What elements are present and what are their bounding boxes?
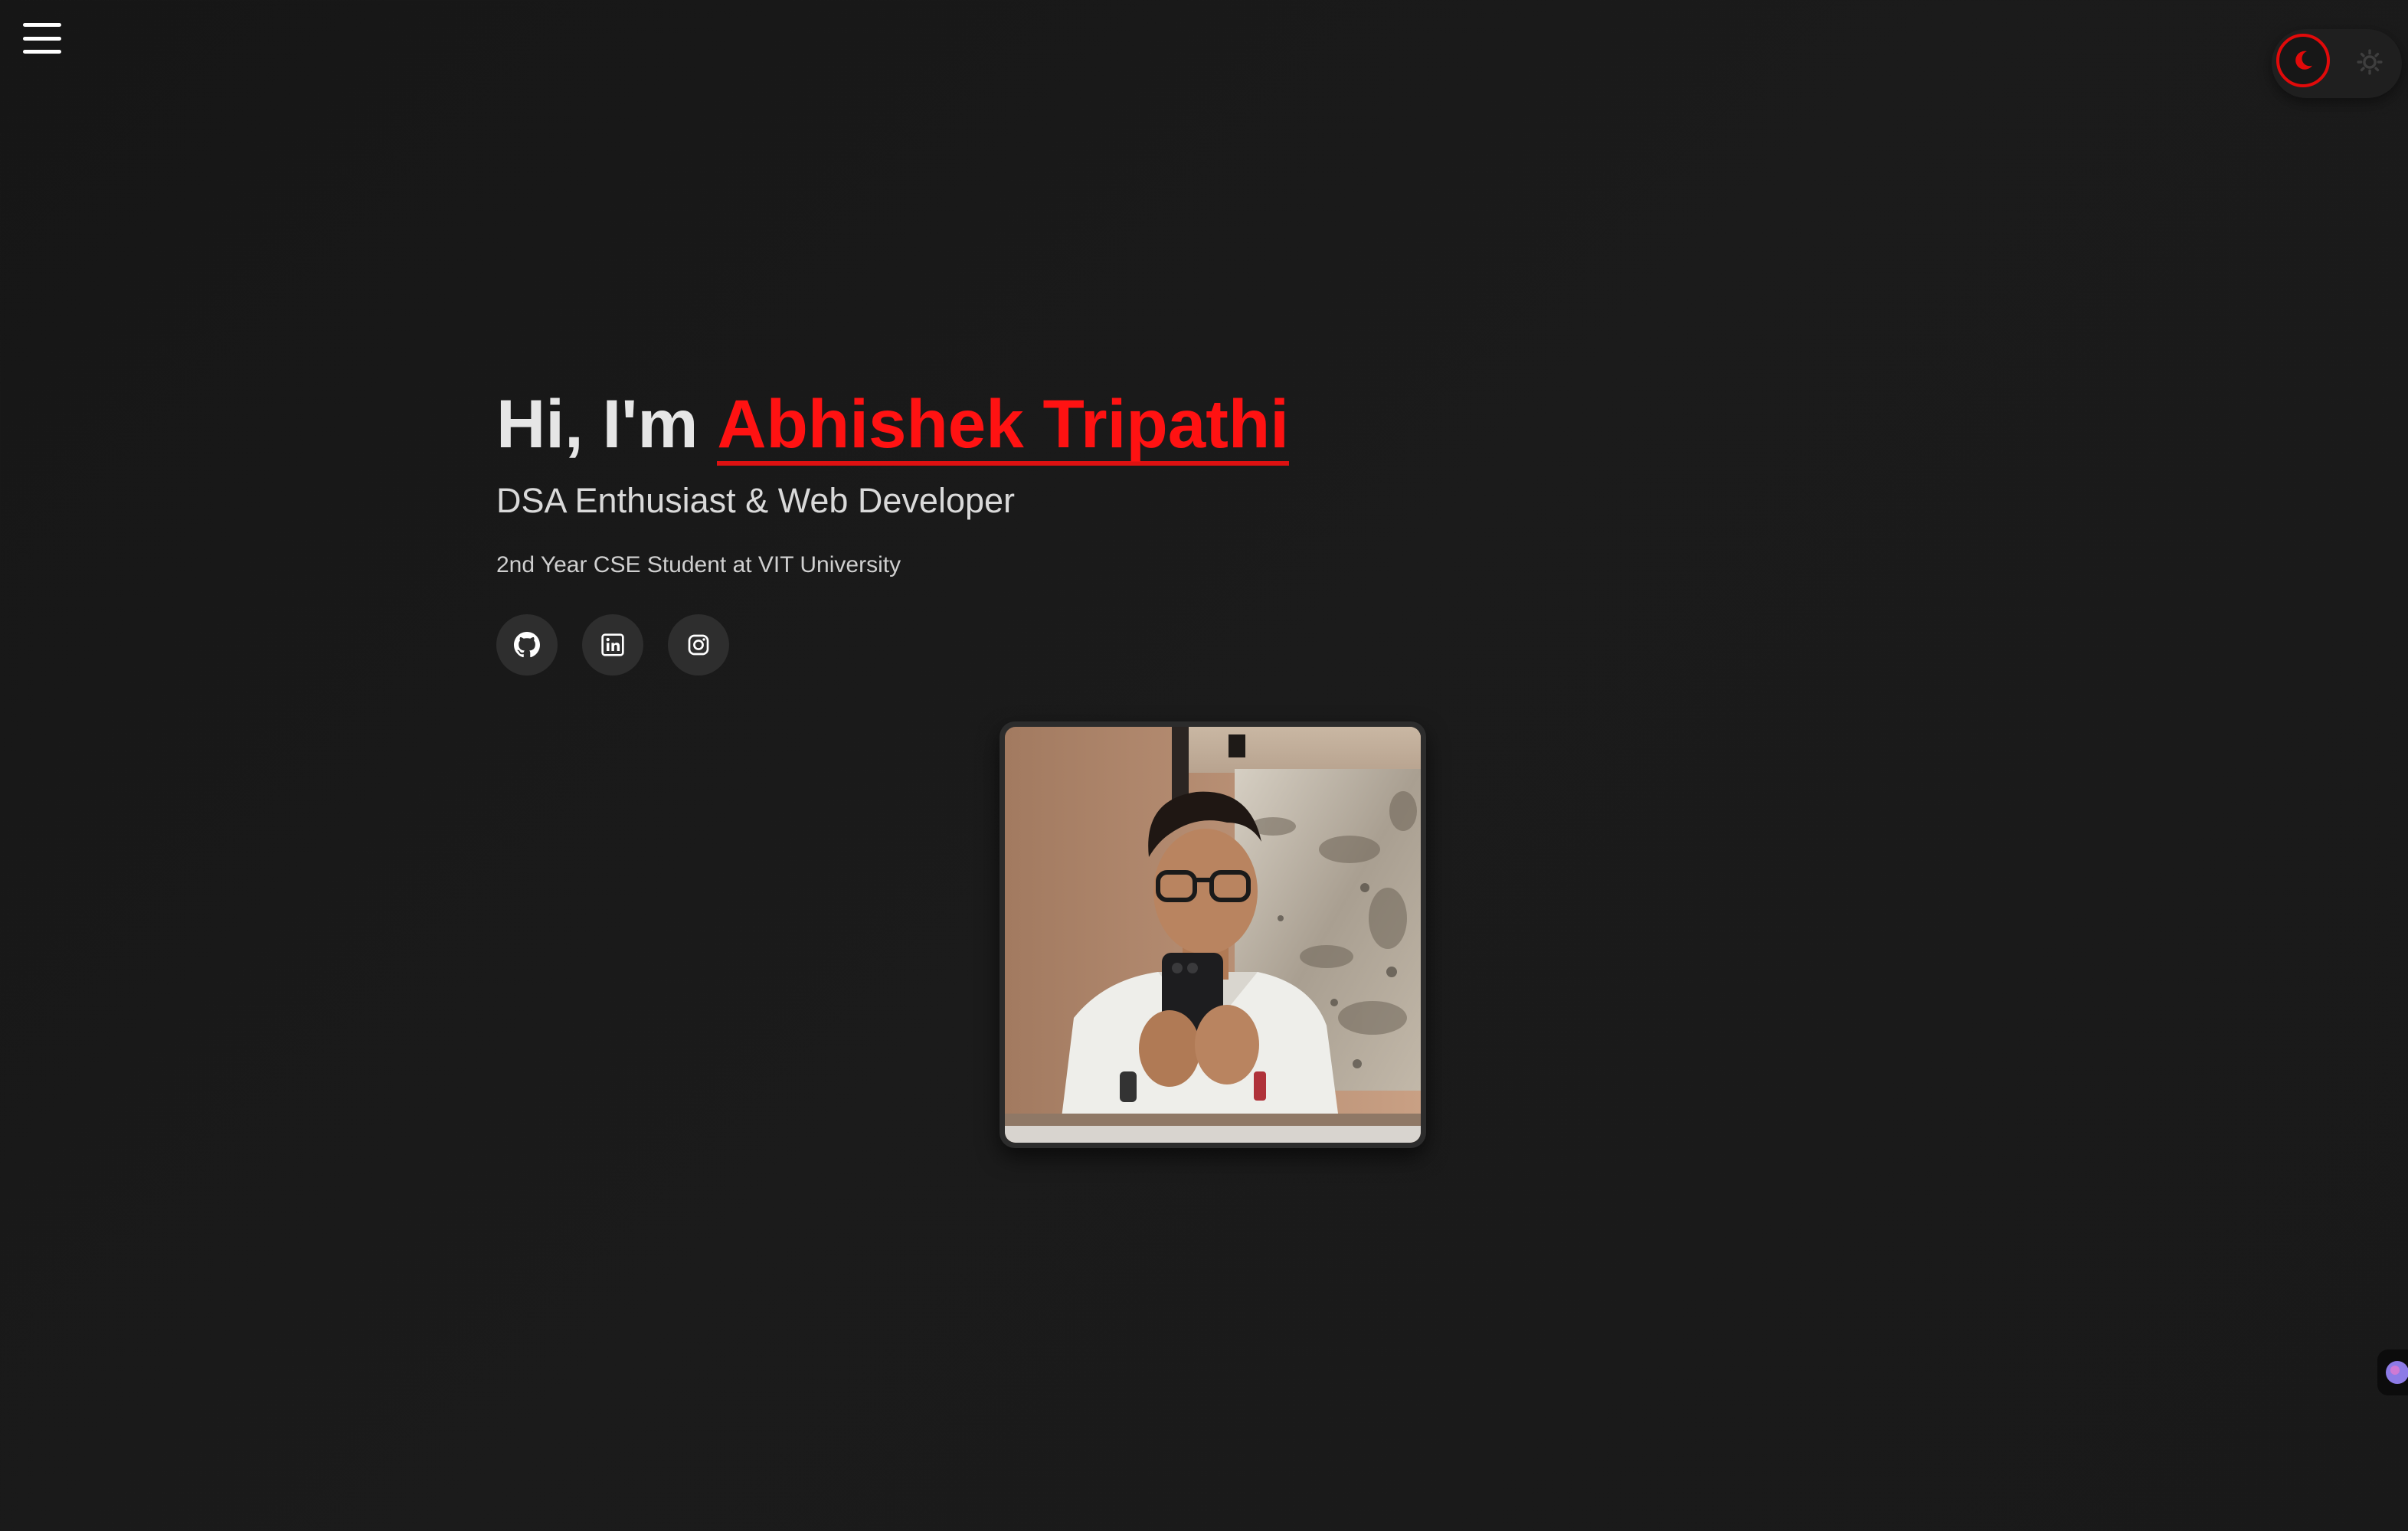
hero-subtitle: DSA Enthusiast & Web Developer bbox=[496, 481, 1016, 520]
instagram-icon bbox=[688, 634, 709, 656]
theme-toggle[interactable] bbox=[2272, 29, 2402, 98]
hamburger-menu-icon-line bbox=[23, 50, 61, 54]
profile-photo-frame bbox=[1000, 721, 1426, 1148]
github-icon bbox=[514, 632, 540, 658]
dark-mode-button[interactable] bbox=[2276, 34, 2330, 87]
hero-section: Hi, I'm Abhishek Tripathi DSA Enthusiast… bbox=[496, 381, 1492, 676]
hamburger-menu-button[interactable] bbox=[23, 23, 61, 54]
linkedin-icon bbox=[601, 633, 624, 656]
social-links bbox=[496, 614, 1492, 676]
instagram-link[interactable] bbox=[668, 614, 729, 676]
hero-tagline: 2nd Year CSE Student at VIT University bbox=[496, 552, 901, 577]
profile-photo bbox=[1005, 727, 1421, 1143]
sun-icon bbox=[2357, 49, 2383, 75]
linkedin-link[interactable] bbox=[582, 614, 643, 676]
hero-name: Abhishek Tripathi bbox=[717, 386, 1289, 466]
hamburger-menu-icon-line bbox=[23, 36, 61, 41]
assistant-icon bbox=[2386, 1361, 2408, 1384]
moon-icon bbox=[2295, 51, 2313, 70]
hero-heading: Hi, I'm Abhishek Tripathi bbox=[496, 381, 1492, 466]
light-mode-button[interactable] bbox=[2354, 46, 2386, 78]
hamburger-menu-icon-line bbox=[23, 23, 61, 27]
floating-assistant-button[interactable] bbox=[2377, 1349, 2408, 1395]
github-link[interactable] bbox=[496, 614, 558, 676]
hero-greeting: Hi, I'm bbox=[496, 385, 718, 462]
